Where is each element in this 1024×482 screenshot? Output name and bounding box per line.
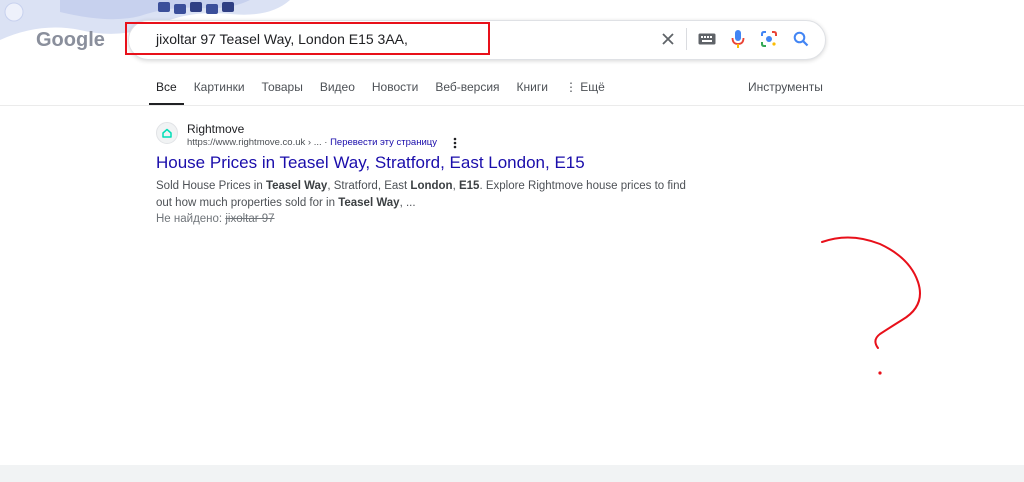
mic-icon[interactable] (727, 28, 749, 50)
tab-shopping[interactable]: Товары (262, 80, 303, 94)
tools-button[interactable]: Инструменты (748, 80, 823, 94)
tab-all[interactable]: Все (149, 80, 184, 106)
lens-icon[interactable] (758, 28, 780, 50)
tab-news[interactable]: Новости (372, 80, 418, 94)
result-url[interactable]: https://www.rightmove.co.uk › ... (187, 137, 322, 148)
logo-text: Google (36, 29, 105, 51)
snippet-text: , ... (399, 197, 416, 209)
tab-more-label: Ещё (580, 80, 605, 94)
tab-images[interactable]: Картинки (194, 80, 245, 94)
question-mark-annotation (821, 236, 921, 375)
missing-label: Не найдено: (156, 213, 223, 225)
missing-term: jixoltar 97 (225, 213, 275, 225)
result-snippet: Sold House Prices in Teasel Way, Stratfo… (156, 178, 696, 212)
tab-more[interactable]: ⋮ Ещё (565, 80, 605, 94)
tabs-divider (0, 105, 1024, 106)
missing-terms: Не найдено: jixoltar 97 (156, 213, 275, 225)
tab-books[interactable]: Книги (517, 80, 548, 94)
snippet-bold: E15 (458, 180, 480, 192)
annotation-highlight-box (125, 22, 490, 55)
result-options-icon[interactable] (453, 136, 461, 149)
result-url-line: https://www.rightmove.co.uk › ... · Пере… (187, 137, 437, 148)
footer-strip (0, 465, 1024, 482)
searchbar-divider (686, 28, 687, 50)
translate-link[interactable]: Перевести эту страницу (330, 137, 437, 148)
snippet-bold: Teasel Way (265, 180, 328, 192)
snippet-text: Sold House Prices in (156, 180, 266, 192)
search-icon[interactable] (790, 28, 812, 50)
result-title-link[interactable]: House Prices in Teasel Way, Stratford, E… (156, 153, 585, 173)
snippet-text: , Stratford, East (327, 180, 411, 192)
search-tabs: Все Картинки Товары Видео Новости Веб-ве… (149, 80, 622, 106)
keyboard-icon[interactable] (696, 28, 718, 50)
tab-videos[interactable]: Видео (320, 80, 355, 94)
close-icon[interactable] (657, 28, 679, 50)
more-vert-icon: ⋮ (564, 80, 581, 94)
rightmove-favicon[interactable] (156, 122, 178, 144)
tab-web[interactable]: Веб-версия (435, 80, 499, 94)
snippet-bold: Teasel Way (338, 197, 400, 209)
snippet-bold: London (410, 180, 453, 192)
result-site-name[interactable]: Rightmove (187, 122, 244, 136)
